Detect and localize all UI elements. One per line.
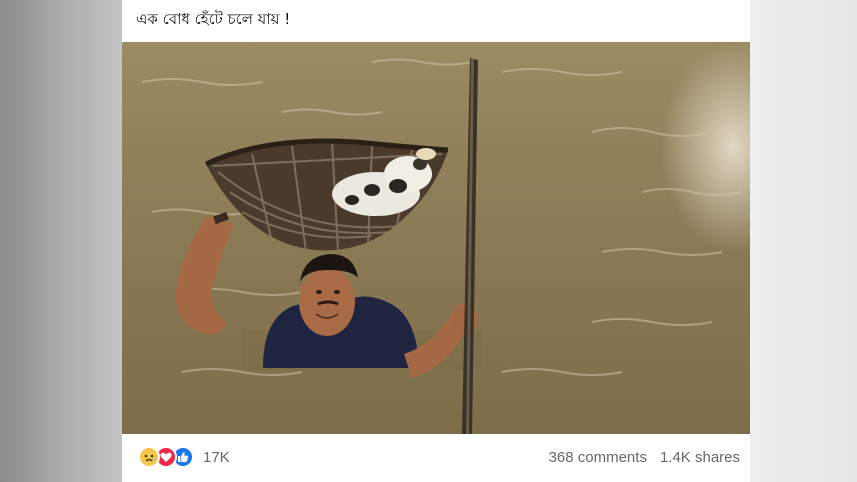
post-photo[interactable] — [122, 42, 750, 434]
reaction-count: 17K — [203, 448, 230, 466]
post-stats: 368 comments 1.4K shares — [549, 449, 740, 466]
backdrop-left — [0, 0, 122, 482]
post-caption: এক বোধ হেঁটে চলে যায় ! — [136, 10, 291, 28]
backdrop-right — [750, 0, 857, 482]
comments-count-link[interactable]: 368 comments — [549, 449, 647, 466]
reactions-summary[interactable]: 17K — [138, 446, 230, 468]
sad-reaction-icon — [138, 446, 160, 468]
shares-count-link[interactable]: 1.4K shares — [660, 449, 740, 466]
post-footer: 17K 368 comments 1.4K shares — [122, 440, 750, 476]
photo-illustration — [122, 42, 750, 434]
post-card: এক বোধ হেঁটে চলে যায় ! 17K 368 comments… — [122, 0, 750, 482]
